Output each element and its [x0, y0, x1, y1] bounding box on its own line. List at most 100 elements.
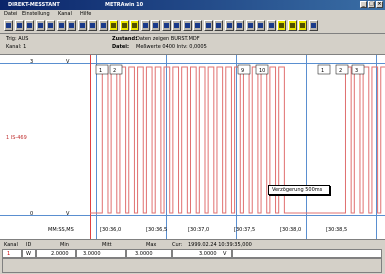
row-channel: 1 [7, 251, 11, 257]
toolbar-icon [163, 23, 169, 28]
zustand-value: Daten zeigen BURST.MDF [136, 36, 200, 42]
menu-item-einstellung[interactable]: Einstellung [22, 11, 50, 17]
toolbar-button-18[interactable] [182, 20, 192, 31]
toolbar-icon [132, 23, 137, 28]
max-value: 3.0000 [135, 251, 153, 257]
toolbar-icon [247, 23, 253, 28]
toolbar-icon [195, 23, 200, 28]
menu-item-hilfe[interactable]: Hilfe [80, 11, 91, 17]
toolbar-icon [174, 23, 179, 28]
min-cell: 2.0000 [36, 249, 76, 258]
toolbar-button-12[interactable] [119, 20, 129, 31]
toolbar-icon [16, 23, 22, 28]
toolbar-icon [48, 23, 53, 28]
toolbar-icon [79, 23, 85, 28]
row-channel-cell: 1 [2, 249, 22, 258]
maximize-button[interactable]: □ [368, 1, 375, 8]
toolbar-button-3[interactable] [25, 20, 34, 31]
toolbar-button-20[interactable] [203, 20, 213, 31]
x-tick-label: [30:37,0 [188, 227, 210, 233]
close-button[interactable]: × [376, 1, 383, 8]
menu-item-kanal[interactable]: Kanal [58, 11, 72, 17]
mitt-cell: 3.0000 [76, 249, 126, 258]
toolbar-button-6[interactable] [56, 20, 66, 31]
toolbar-button-17[interactable] [172, 20, 181, 31]
marker-label: 1 [321, 68, 324, 74]
marker-label: 1 [99, 68, 102, 74]
min-value: 2.0000 [51, 251, 69, 257]
toolbar-icon [6, 23, 11, 28]
header-kanal: Kanal [4, 242, 18, 248]
header-mitt: Mitt [102, 242, 112, 248]
marker-label: 10 [259, 68, 265, 74]
toolbar-button-2[interactable] [14, 20, 24, 31]
marker-label: 3 [355, 68, 358, 74]
datei-label: Datei: [112, 44, 130, 50]
toolbar-icon [58, 23, 64, 28]
toolbar-button-21[interactable] [214, 20, 223, 31]
toolbar-button-28[interactable] [287, 20, 297, 31]
max-cell: 3.0000 [126, 249, 172, 258]
mitt-value: 3.0000 [83, 251, 101, 257]
toolbar-button-16[interactable] [161, 20, 171, 31]
toolbar-icon [310, 23, 316, 28]
signal-trace [90, 66, 385, 214]
minimize-button[interactable]: _ [360, 1, 367, 8]
toolbar-icon [216, 23, 221, 28]
toolbar-button-13[interactable] [130, 20, 139, 31]
toolbar-button-11[interactable] [109, 20, 118, 31]
toolbar-button-9[interactable] [88, 20, 97, 31]
app-title: DIREKT-MESSTANT [8, 2, 60, 8]
x-tick-label: MM:SS,MS [48, 227, 74, 233]
header-cur: Cur: [172, 242, 183, 248]
header-min: Min [60, 242, 69, 248]
x-tick-label: [30:36,5 [146, 227, 168, 233]
toolbar-button-30[interactable] [308, 20, 318, 31]
toolbar-button-29[interactable] [298, 20, 307, 31]
toolbar-icon [279, 23, 284, 28]
toolbar-button-19[interactable] [193, 20, 202, 31]
cur-unit: V [223, 251, 227, 257]
window-title: METRAwin 10 [105, 2, 144, 8]
marker-label: 2 [339, 68, 342, 74]
toolbar-icon [258, 23, 263, 28]
header-id: ID [26, 242, 32, 248]
toolbar-button-27[interactable] [277, 20, 286, 31]
delay-annotation: Verzögerung 500ms [268, 185, 330, 195]
signal-plot: 1 2 9 10 1 2 3 [90, 64, 385, 214]
toolbar-button-15[interactable] [151, 20, 160, 31]
toolbar-icon [142, 23, 148, 28]
cursor-timestamp: 1999.02.24 10:39:35,000 [188, 242, 252, 248]
toolbar-icon [69, 23, 74, 28]
toolbar-icon [184, 23, 190, 28]
toolbar-button-4[interactable] [35, 20, 45, 31]
toolbar-button-25[interactable] [256, 20, 265, 31]
toolbar [0, 18, 385, 34]
toolbar-icon [268, 23, 274, 28]
toolbar-icon [100, 23, 106, 28]
toolbar-button-8[interactable] [77, 20, 87, 31]
menu-item-datei[interactable]: Datei [4, 11, 17, 17]
toolbar-icon [111, 23, 116, 28]
channel-status: Kanal: 1 [6, 44, 27, 50]
toolbar-button-5[interactable] [46, 20, 55, 31]
x-tick-label: [30:36,0 [100, 227, 122, 233]
toolbar-button-14[interactable] [140, 20, 150, 31]
cur-value: 3.0000 [199, 251, 217, 257]
header-max: Max [146, 242, 157, 248]
status-footer [2, 258, 382, 273]
toolbar-icon [226, 23, 232, 28]
toolbar-icon [153, 23, 158, 28]
toolbar-icon [300, 23, 305, 28]
trigger-status: Trig: AUS [6, 36, 29, 42]
toolbar-button-26[interactable] [266, 20, 276, 31]
toolbar-button-22[interactable] [224, 20, 234, 31]
row-id: W [26, 251, 31, 257]
toolbar-button-24[interactable] [245, 20, 255, 31]
toolbar-button-1[interactable] [4, 20, 13, 31]
toolbar-button-23[interactable] [235, 20, 244, 31]
empty-cell [232, 249, 382, 258]
toolbar-button-7[interactable] [67, 20, 76, 31]
x-tick-label: [30:37,5 [234, 227, 256, 233]
toolbar-button-10[interactable] [98, 20, 108, 31]
